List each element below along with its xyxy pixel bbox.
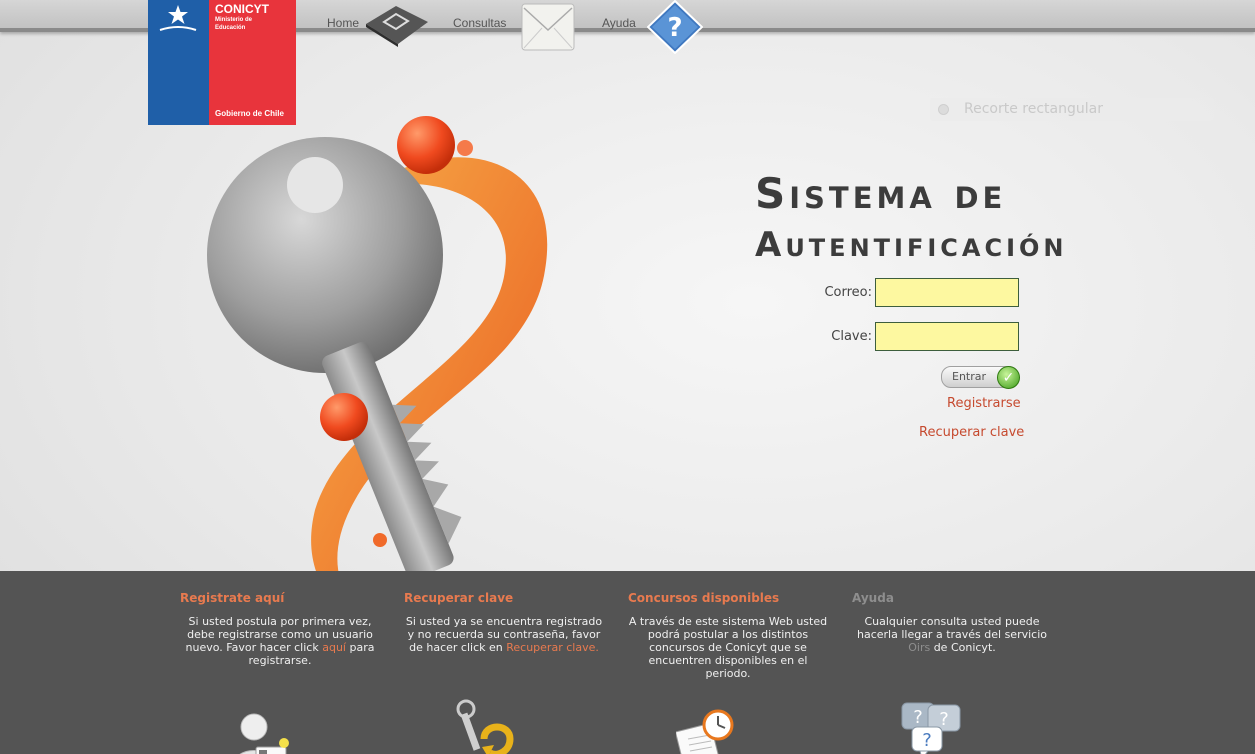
nav-consultas[interactable]: Consultas [453, 16, 506, 30]
footer-recover-link[interactable]: Recuperar clave. [506, 641, 599, 654]
footer-oirs-link[interactable]: Oirs [908, 641, 930, 654]
footer-register-link[interactable]: aquí [322, 641, 346, 654]
key-illustration [205, 110, 575, 650]
logo-ministry-line2: Educación [215, 25, 246, 31]
svg-text:?: ? [939, 709, 949, 730]
footer: Registrate aquí Si usted postula por pri… [0, 571, 1255, 754]
title-line1: Sistema de [755, 169, 1007, 218]
title-line2: Autentificación [755, 225, 1068, 265]
nav-home[interactable]: Home [327, 16, 359, 30]
logo-ministry-line1: Ministerio de [215, 17, 253, 23]
footer-help-text: Cualquier consulta usted puede hacerla l… [852, 615, 1052, 654]
logo-blue-panel [148, 0, 209, 125]
svg-text:?: ? [922, 730, 932, 751]
envelope-icon[interactable] [520, 0, 576, 56]
footer-help-text-a: Cualquier consulta usted puede hacerla l… [856, 615, 1047, 641]
snip-tool-overlay: Recorte rectangular [930, 98, 1214, 121]
logo-gobierno: Gobierno de Chile [215, 109, 284, 118]
user-card-icon [230, 709, 290, 754]
documents-clock-icon [674, 709, 740, 754]
footer-col-contests: Concursos disponibles A través de este s… [628, 591, 828, 754]
home-icon[interactable] [362, 0, 432, 52]
footer-col-recover: Recuperar clave Si usted ya se encuentra… [404, 591, 604, 754]
footer-contests-text: A través de este sistema Web usted podrá… [628, 615, 828, 680]
coat-of-arms-icon [154, 2, 202, 34]
footer-col-register: Registrate aquí Si usted postula por pri… [180, 591, 380, 754]
password-field[interactable] [875, 322, 1019, 351]
svg-text:?: ? [913, 707, 923, 728]
keys-icon [454, 699, 518, 754]
footer-recover-title: Recuperar clave [404, 591, 514, 605]
page-title: Sistema de Autentificación [755, 168, 1068, 270]
password-label: Clave: [831, 329, 872, 344]
email-field[interactable] [875, 278, 1019, 307]
footer-help-text-b: de Conicyt. [930, 641, 996, 654]
help-icon[interactable]: ? [646, 0, 704, 58]
svg-text:?: ? [667, 13, 682, 43]
logo-brand: CONICYT [215, 2, 269, 16]
footer-contests-title: Concursos disponibles [628, 591, 780, 605]
snip-label: Recorte rectangular [964, 101, 1103, 117]
conicyt-logo[interactable]: CONICYT Ministerio de Educación Gobierno… [148, 0, 296, 125]
footer-register-text: Si usted postula por primera vez, debe r… [180, 615, 380, 667]
check-icon: ✓ [997, 366, 1020, 389]
nav-ayuda[interactable]: Ayuda [602, 16, 636, 30]
footer-register-title: Registrate aquí [180, 591, 285, 605]
submit-button[interactable]: Entrar ✓ [941, 366, 1020, 389]
footer-recover-text: Si usted ya se encuentra registrado y no… [404, 615, 604, 654]
footer-help-title: Ayuda [852, 591, 894, 605]
logo-red-panel: CONICYT Ministerio de Educación Gobierno… [209, 0, 296, 125]
submit-label: Entrar [952, 370, 987, 383]
recover-password-link[interactable]: Recuperar clave [919, 425, 1024, 440]
register-link[interactable]: Registrarse [947, 396, 1021, 411]
email-label: Correo: [824, 285, 872, 300]
footer-col-help: Ayuda Cualquier consulta usted puede hac… [852, 591, 1052, 754]
record-icon [938, 104, 949, 115]
question-bubbles-icon: ? ? ? [900, 699, 964, 754]
